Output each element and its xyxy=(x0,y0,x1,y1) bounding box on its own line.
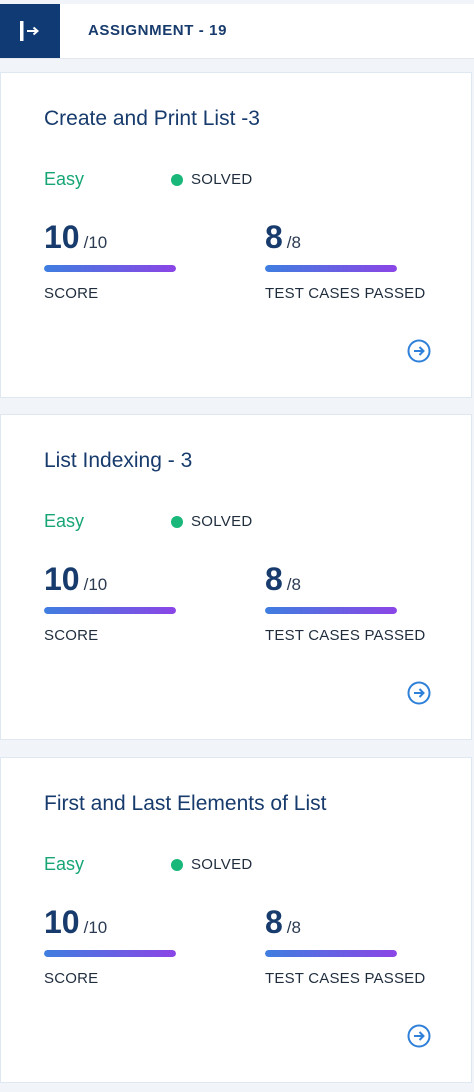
arrow-right-circle-icon[interactable] xyxy=(407,1024,431,1048)
test-cases-label: TEST CASES PASSED xyxy=(265,285,426,302)
test-cases-value: 8 xyxy=(265,904,283,940)
score-value: 10 xyxy=(44,219,80,255)
test-cases-label: TEST CASES PASSED xyxy=(265,970,426,987)
status-badge: SOLVED xyxy=(171,171,253,188)
score-total: /10 xyxy=(83,233,108,252)
test-cases-metric: 8 /8 TEST CASES PASSED xyxy=(265,561,425,644)
assignment-title: ASSIGNMENT - 19 xyxy=(88,22,228,39)
score-total: /10 xyxy=(83,918,108,937)
arrow-right-circle-icon[interactable] xyxy=(407,339,431,363)
sidebar-expand-icon xyxy=(20,21,40,41)
test-cases-progress-bar xyxy=(265,607,397,614)
question-title[interactable]: Create and Print List -3 xyxy=(44,107,260,131)
test-cases-value: 8 xyxy=(265,561,283,597)
status-text: SOLVED xyxy=(191,171,253,188)
score-progress-bar xyxy=(44,607,176,614)
test-cases-value: 8 xyxy=(265,219,283,255)
score-progress-bar xyxy=(44,265,176,272)
test-cases-progress-fill xyxy=(265,607,397,614)
test-cases-progress-fill xyxy=(265,265,397,272)
solved-dot-icon xyxy=(171,515,183,528)
status-text: SOLVED xyxy=(191,513,253,530)
score-metric: 10 /10 SCORE xyxy=(44,219,176,302)
score-value: 10 xyxy=(44,561,80,597)
score-metric: 10 /10 SCORE xyxy=(44,561,176,644)
test-cases-label: TEST CASES PASSED xyxy=(265,627,426,644)
score-progress-bar xyxy=(44,950,176,957)
difficulty-label: Easy xyxy=(44,169,85,189)
arrow-right-circle-icon[interactable] xyxy=(407,681,431,705)
question-card[interactable]: First and Last Elements of List Easy SOL… xyxy=(0,757,472,1083)
test-cases-total: /8 xyxy=(286,918,301,937)
solved-dot-icon xyxy=(171,173,183,186)
question-title[interactable]: List Indexing - 3 xyxy=(44,449,192,473)
score-value: 10 xyxy=(44,904,80,940)
status-text: SOLVED xyxy=(191,856,253,873)
test-cases-progress-fill xyxy=(265,950,397,957)
test-cases-metric: 8 /8 TEST CASES PASSED xyxy=(265,904,425,987)
score-progress-fill xyxy=(44,950,176,957)
difficulty-label: Easy xyxy=(44,511,85,531)
test-cases-metric: 8 /8 TEST CASES PASSED xyxy=(265,219,425,302)
test-cases-progress-bar xyxy=(265,265,397,272)
question-card[interactable]: Create and Print List -3 Easy SOLVED 10 … xyxy=(0,72,472,398)
status-badge: SOLVED xyxy=(171,856,253,873)
difficulty-label: Easy xyxy=(44,854,85,874)
top-bar: ASSIGNMENT - 19 xyxy=(0,4,474,59)
score-metric: 10 /10 SCORE xyxy=(44,904,176,987)
test-cases-total: /8 xyxy=(286,575,301,594)
solved-dot-icon xyxy=(171,858,183,871)
score-label: SCORE xyxy=(44,627,99,644)
test-cases-progress-bar xyxy=(265,950,397,957)
sidebar-toggle-button[interactable] xyxy=(0,4,60,58)
score-progress-fill xyxy=(44,265,176,272)
score-progress-fill xyxy=(44,607,176,614)
status-badge: SOLVED xyxy=(171,513,253,530)
score-label: SCORE xyxy=(44,285,99,302)
test-cases-total: /8 xyxy=(286,233,301,252)
question-title[interactable]: First and Last Elements of List xyxy=(44,792,326,816)
question-card[interactable]: List Indexing - 3 Easy SOLVED 10 /10 SCO… xyxy=(0,414,472,740)
score-total: /10 xyxy=(83,575,108,594)
score-label: SCORE xyxy=(44,970,99,987)
